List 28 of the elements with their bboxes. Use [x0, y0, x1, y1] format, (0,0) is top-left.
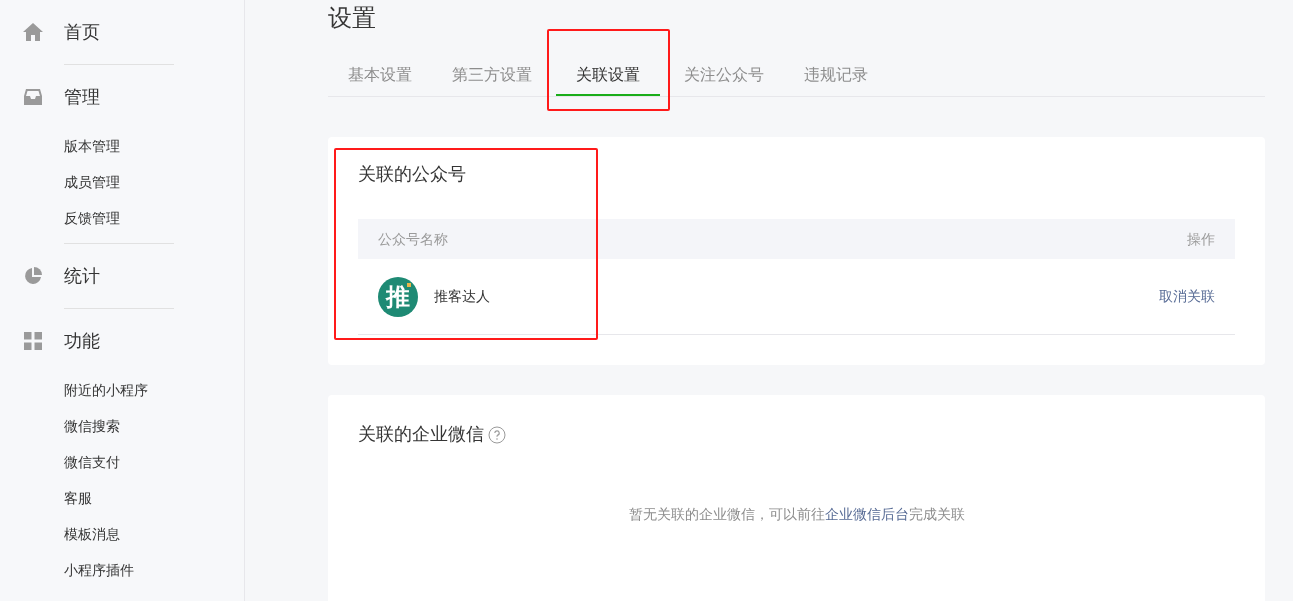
nav-subitem[interactable]: 客服 — [64, 487, 92, 509]
grid-icon — [24, 332, 42, 350]
nav-item[interactable]: 管理 — [64, 83, 100, 111]
account-name: 推客达人 — [434, 287, 490, 306]
nav-subitem[interactable]: 版本管理 — [64, 135, 120, 157]
column-header: 操作 — [1187, 229, 1215, 249]
nav-subitem[interactable]: 微信搜索 — [64, 415, 120, 437]
nav-subitem[interactable]: 微信支付 — [64, 451, 120, 473]
nav-subitem[interactable]: 附近的小程序 — [64, 379, 148, 401]
nav-subitem[interactable]: 模板消息 — [64, 523, 120, 545]
nav-item[interactable]: 功能 — [64, 327, 100, 355]
column-header: 公众号名称 — [378, 229, 448, 249]
home-icon — [22, 22, 44, 42]
pie-chart-icon — [23, 266, 43, 286]
help-icon[interactable] — [488, 425, 506, 444]
nav-item[interactable]: 首页 — [64, 18, 100, 46]
empty-state-text: 暂无关联的企业微信，可以前往企业微信后台完成关联 — [627, 505, 966, 524]
unlink-link[interactable]: 取消关联 — [1159, 286, 1215, 307]
section-title: 关联的企业微信 — [358, 423, 484, 446]
nav-item[interactable]: 统计 — [64, 262, 100, 290]
section-title: 关联的公众号 — [358, 163, 467, 186]
account-avatar: 推 — [378, 276, 418, 317]
nav-subitem[interactable]: 反馈管理 — [64, 207, 120, 229]
inbox-icon — [23, 88, 43, 106]
nav-subitem[interactable]: 成员管理 — [64, 171, 120, 193]
nav-subitem[interactable]: 小程序插件 — [64, 559, 134, 581]
page-title: 设置 — [328, 3, 377, 33]
tab[interactable]: 关联设置 — [556, 56, 660, 96]
